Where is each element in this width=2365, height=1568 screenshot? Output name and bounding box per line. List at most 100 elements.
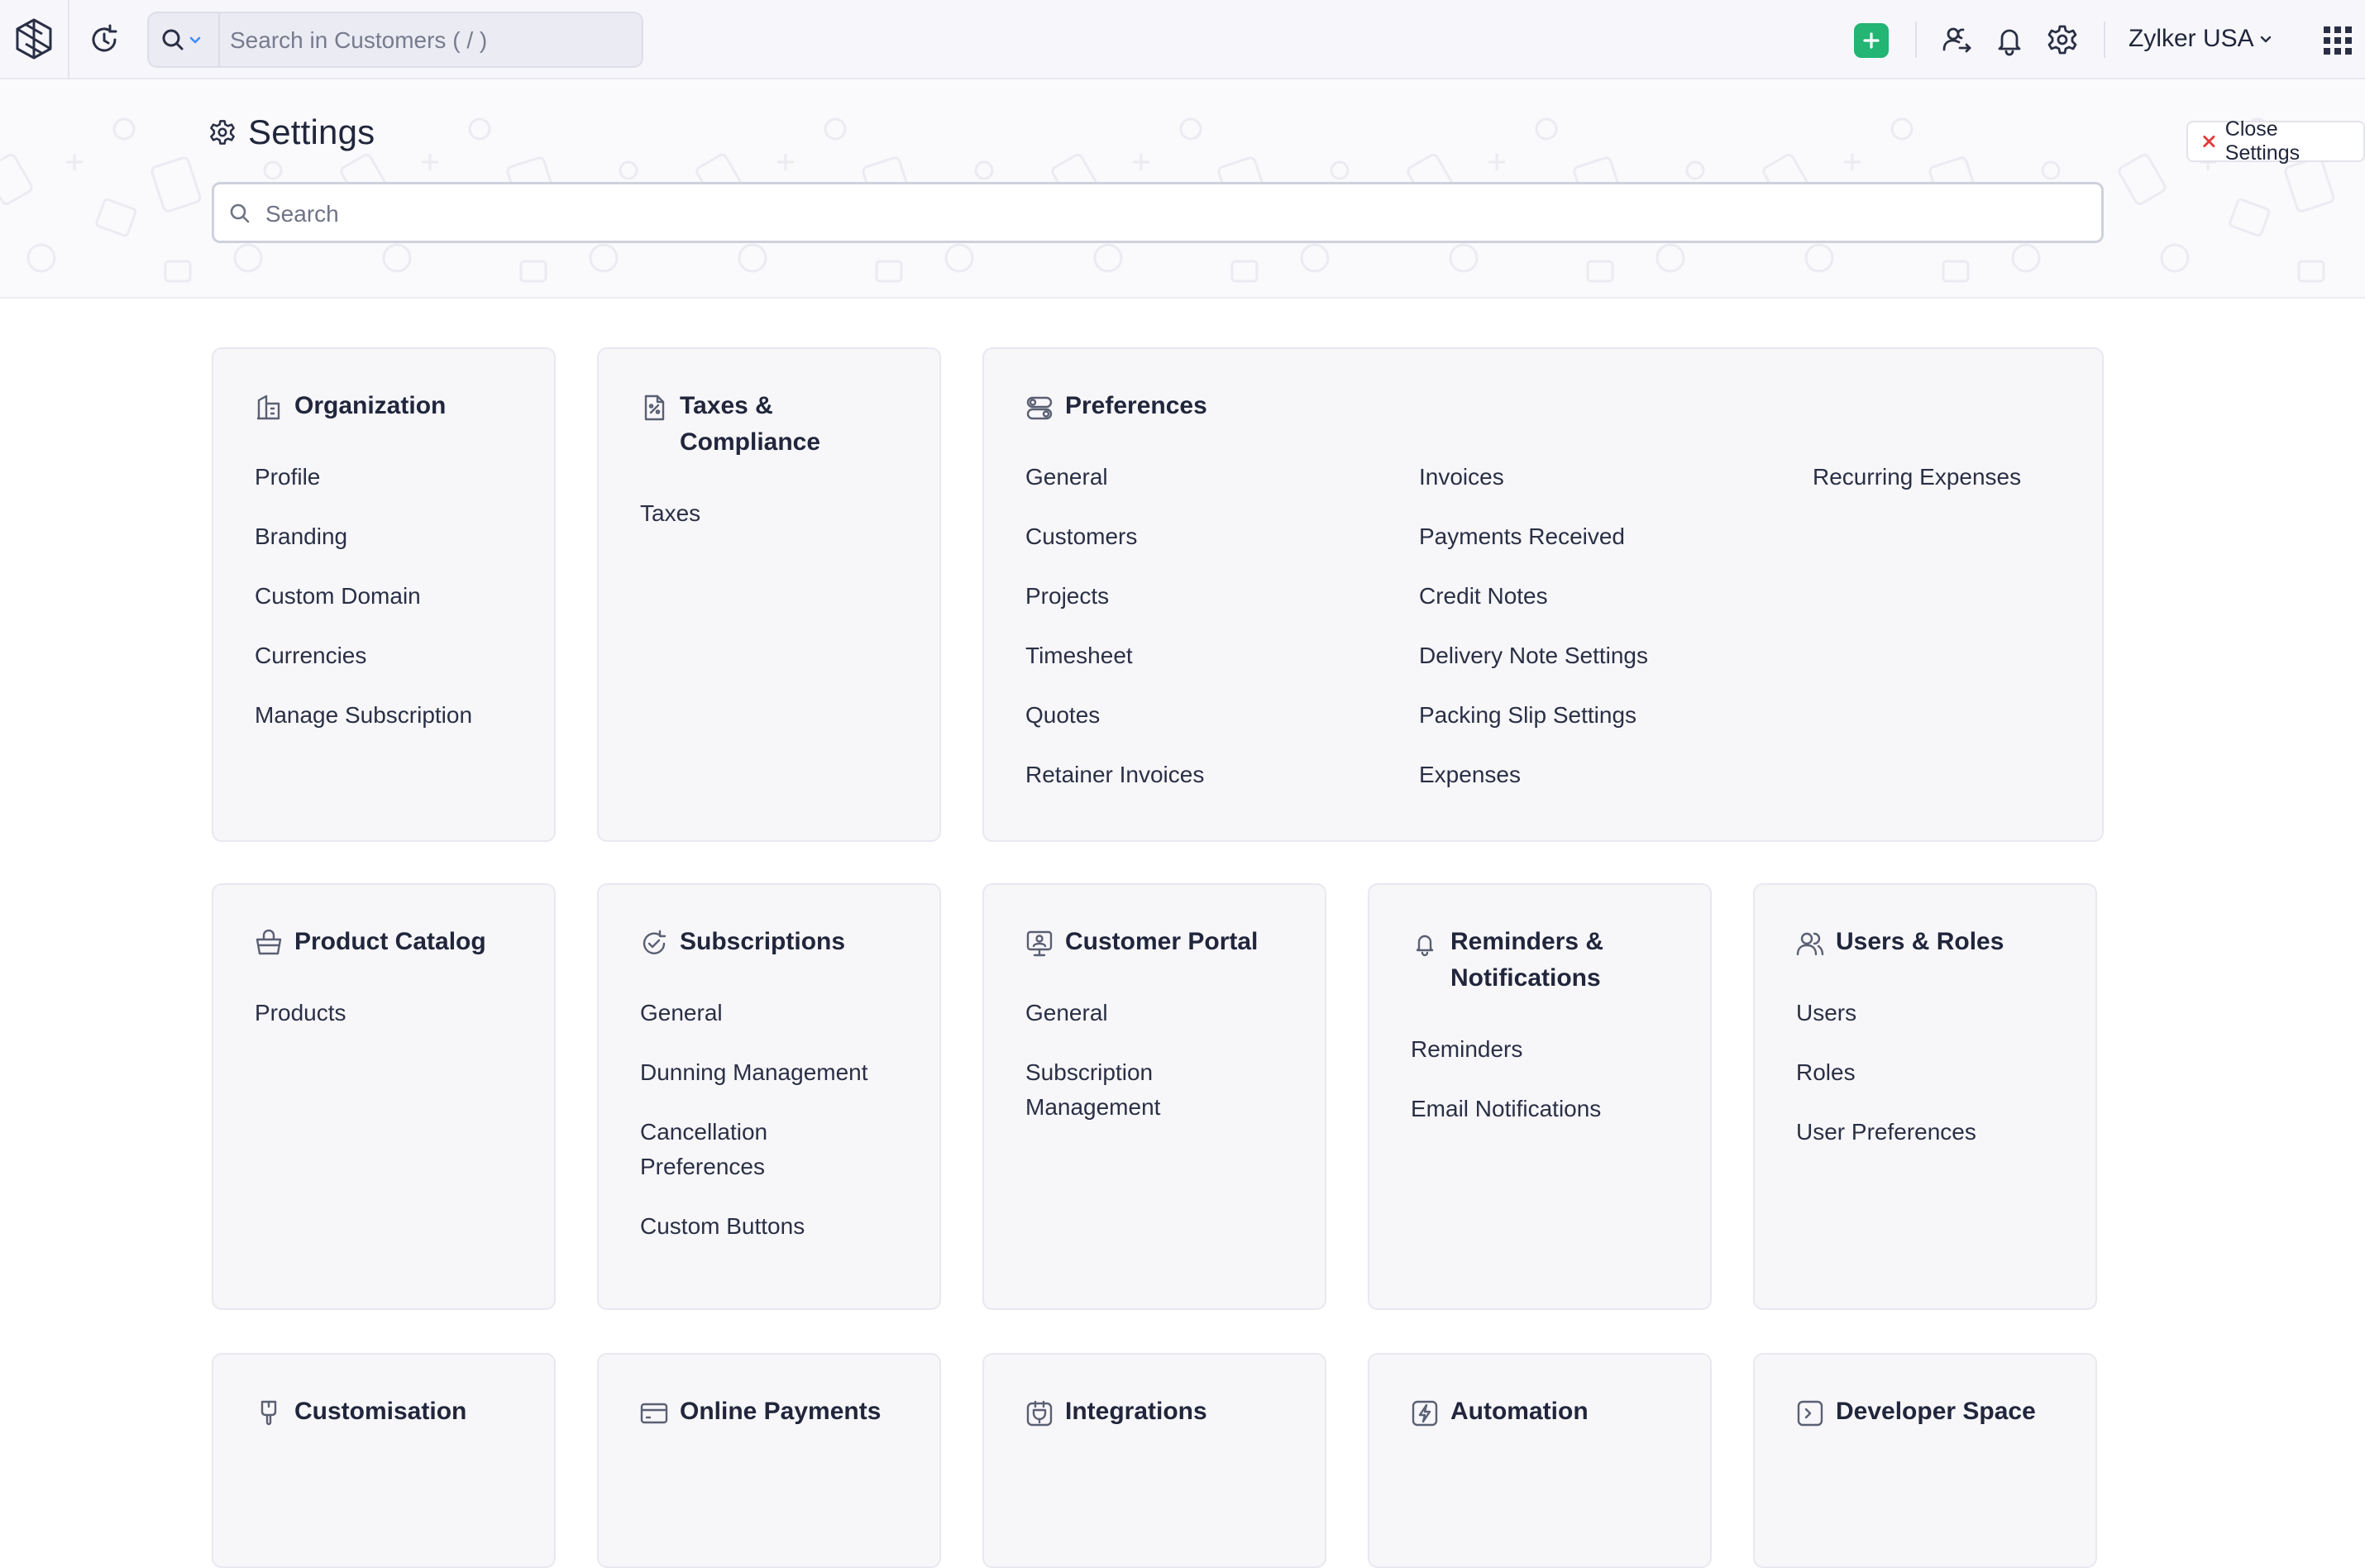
section-preferences: Preferences General Customers Projects T… [982,347,2104,842]
section-users-roles: Users & Roles Users Roles User Preferenc… [1753,883,2097,1310]
toolbar-divider [2104,22,2105,58]
organization-icon [257,394,280,420]
section-title: Integrations [1065,1398,1207,1425]
link-pref-packing-slip-settings[interactable]: Packing Slip Settings [1419,698,1648,733]
link-roles[interactable]: Roles [1796,1055,1976,1090]
link-text-line: Preferences [640,1154,765,1179]
section-product-catalog: Product Catalog Products [212,883,556,1310]
link-reminders[interactable]: Reminders [1411,1032,1601,1067]
link-pref-projects[interactable]: Projects [1025,579,1204,614]
bolt-icon [1412,1400,1438,1427]
link-products[interactable]: Products [255,996,346,1030]
terminal-icon [1797,1400,1823,1427]
link-pref-customers[interactable]: Customers [1025,519,1204,554]
link-pref-timesheet[interactable]: Timesheet [1025,638,1204,673]
organization-switcher[interactable]: Zylker USA [2128,20,2272,58]
link-pref-retainer-invoices[interactable]: Retainer Invoices [1025,758,1204,792]
chevron-down-icon [189,36,201,44]
page-title-text: Settings [248,112,375,151]
page-title: Settings [208,112,375,152]
section-reminders-notifications: Reminders & Notifications Reminders Emai… [1368,883,1712,1310]
link-profile[interactable]: Profile [255,460,472,495]
search-icon [230,203,250,223]
section-title: Organization [294,392,447,419]
plug-icon [1026,1400,1053,1427]
section-title: Taxes & Compliance [680,388,820,461]
link-pref-credit-notes[interactable]: Credit Notes [1419,579,1648,614]
settings-header: Settings Close Settings [0,79,2365,299]
card-icon [640,1403,668,1424]
apps-grid-icon[interactable] [2322,25,2353,56]
search-scope-dropdown[interactable] [160,25,208,55]
section-title-line: Compliance [680,428,821,456]
section-title: Product Catalog [294,928,486,955]
quick-create-button[interactable] [1854,23,1889,58]
section-title-line: Reminders & [1450,928,1604,955]
portal-icon [1026,930,1053,957]
link-branding[interactable]: Branding [255,519,472,554]
referral-icon[interactable] [1940,23,1973,56]
bell-icon[interactable] [1993,23,2026,56]
settings-search[interactable] [212,182,2104,243]
toolbar-divider [1915,22,1917,58]
refresh-check-icon [643,930,666,954]
link-portal-general[interactable]: General [1025,996,1160,1030]
section-title-line: Notifications [1450,964,1601,992]
settings-search-input[interactable] [264,194,2086,234]
search-separator [218,13,220,66]
link-pref-payments-received[interactable]: Payments Received [1419,519,1648,554]
link-manage-subscription[interactable]: Manage Subscription [255,698,472,733]
link-subscription-management[interactable]: Subscription Management [1025,1055,1160,1125]
link-pref-quotes[interactable]: Quotes [1025,698,1204,733]
global-search[interactable] [147,12,643,68]
link-users[interactable]: Users [1796,996,1976,1030]
section-title: Automation [1450,1398,1589,1425]
link-custom-buttons[interactable]: Custom Buttons [640,1209,868,1244]
search-icon [162,29,184,50]
link-email-notifications[interactable]: Email Notifications [1411,1092,1601,1126]
logo-divider [68,0,69,79]
toggles-icon [1026,396,1053,420]
link-sub-general[interactable]: General [640,996,868,1030]
top-bar: Zylker USA [0,0,2365,79]
link-pref-general[interactable]: General [1025,460,1204,495]
close-settings-button[interactable]: Close Settings [2186,117,2365,165]
link-dunning-management[interactable]: Dunning Management [640,1055,868,1090]
link-user-preferences[interactable]: User Preferences [1796,1115,1976,1150]
link-text-line: Cancellation [640,1119,768,1145]
section-title: Online Payments [680,1398,882,1425]
gear-icon[interactable] [2046,23,2079,56]
section-title: Developer Space [1836,1398,2036,1425]
tax-doc-icon [644,394,665,421]
section-customisation: Customisation [212,1353,556,1568]
link-cancellation-preferences[interactable]: Cancellation Preferences [640,1115,868,1184]
section-integrations: Integrations [982,1353,1326,1568]
link-currencies[interactable]: Currencies [255,638,472,673]
section-title: Customisation [294,1398,467,1425]
section-automation: Automation [1368,1353,1712,1568]
section-taxes-compliance: Taxes & Compliance Taxes [597,347,941,842]
link-pref-expenses[interactable]: Expenses [1419,758,1648,792]
global-search-input[interactable] [228,20,637,61]
link-custom-domain[interactable]: Custom Domain [255,579,472,614]
section-title: Subscriptions [680,928,846,955]
section-subscriptions: Subscriptions General Dunning Management… [597,883,941,1310]
link-taxes[interactable]: Taxes [640,496,700,531]
recent-activity-icon[interactable] [88,23,121,56]
basket-icon [256,930,282,955]
section-organization: Organization Profile Branding Custom Dom… [212,347,556,842]
link-text-line: Management [1025,1094,1161,1120]
link-pref-recurring-expenses[interactable]: Recurring Expenses [1813,460,2021,495]
brush-icon [260,1400,277,1426]
chevron-down-icon [2260,36,2271,43]
section-title: Reminders & Notifications [1450,924,1603,997]
section-title: Customer Portal [1065,928,1259,955]
link-pref-delivery-note-settings[interactable]: Delivery Note Settings [1419,638,1648,673]
gear-icon [210,120,235,145]
org-name: Zylker USA [2128,25,2254,52]
link-pref-invoices[interactable]: Invoices [1419,460,1648,495]
section-developer-space: Developer Space [1753,1353,2097,1568]
users-icon [1796,932,1824,956]
section-title-line: Taxes & [680,392,773,419]
app-logo-icon[interactable] [12,17,56,61]
